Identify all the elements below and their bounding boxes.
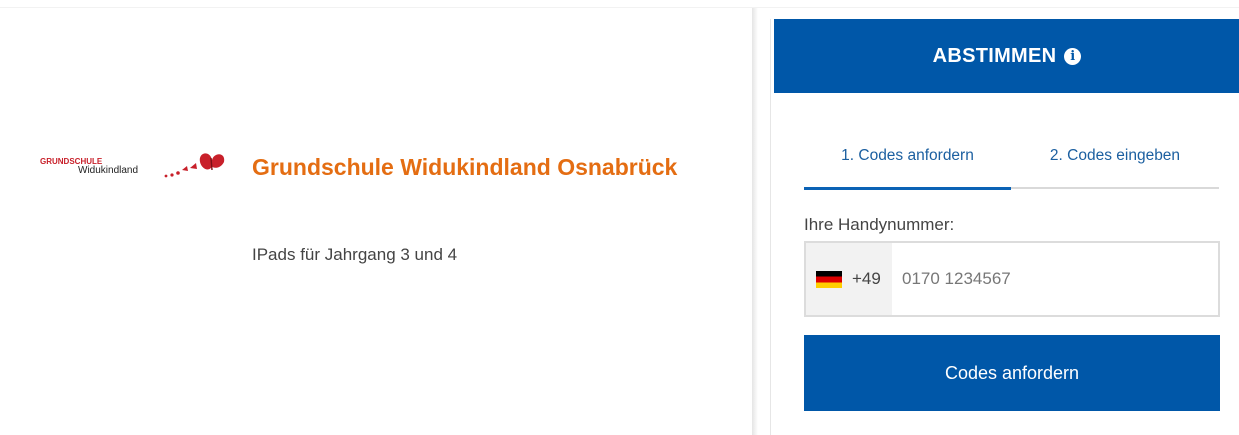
country-code: +49: [852, 269, 881, 288]
top-divider-line: [0, 0, 1239, 8]
project-title: Grundschule Widukindland Osnabrück: [252, 154, 678, 180]
tab-request-codes[interactable]: 1. Codes anfordern: [804, 137, 1011, 190]
project-subtitle: IPads für Jahrgang 3 und 4: [252, 245, 458, 264]
phone-number-field: +49: [804, 241, 1220, 317]
school-logo: GRUNDSCHULE Widukindland: [40, 148, 230, 188]
tab-enter-codes[interactable]: 2. Codes eingeben: [1011, 137, 1219, 189]
panel-divider: [752, 8, 758, 435]
vote-steps-tabs: 1. Codes anfordern 2. Codes eingeben: [804, 137, 1219, 190]
project-panel: GRUNDSCHULE Widukindland Grundschule Wid…: [0, 8, 752, 435]
vote-header: ABSTIMMEN i: [774, 19, 1239, 93]
vote-panel: ABSTIMMEN i 1. Codes anfordern 2. Codes …: [770, 19, 1239, 435]
school-logo-graphic: GRUNDSCHULE Widukindland: [40, 153, 225, 178]
request-codes-button[interactable]: Codes anfordern: [804, 335, 1220, 411]
phone-number-label: Ihre Handynummer:: [804, 215, 955, 234]
phone-number-input[interactable]: [892, 243, 1218, 315]
country-code-selector[interactable]: +49: [806, 243, 892, 315]
flag-de-icon: [816, 270, 842, 288]
school-logo-text-bottom: Widukindland: [78, 165, 138, 176]
info-icon[interactable]: i: [1064, 47, 1082, 65]
vote-header-title: ABSTIMMEN: [932, 44, 1057, 67]
